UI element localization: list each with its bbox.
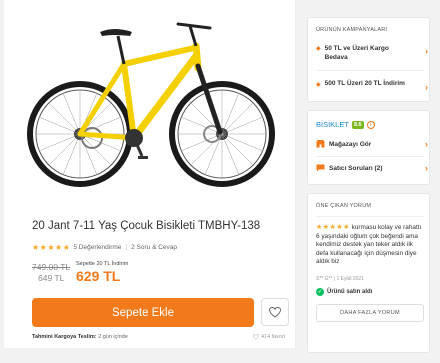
current-price: 649 TL (38, 273, 65, 283)
view-store-label: Mağazayı Gör (329, 140, 372, 148)
view-store-link[interactable]: Mağazayı Gör › (316, 139, 428, 149)
cart-price: 629 TL (76, 268, 121, 284)
store-score-badge: 8.6 (351, 120, 364, 129)
divider (316, 156, 424, 157)
shipping-value: 2 gün içinde (98, 334, 128, 340)
separator: | (125, 244, 128, 251)
heart-icon (269, 306, 281, 318)
seller-questions-link[interactable]: Satıcı Soruları (2) › (316, 163, 428, 173)
heart-outline-icon (253, 334, 259, 340)
chat-icon (316, 164, 325, 172)
product-image-bicycle[interactable] (14, 6, 286, 210)
review-stars: ★★★★★ (316, 224, 350, 231)
campaign-label: 50 TL ve Üzeri Kargo Bedava (324, 45, 389, 61)
cart-discount-label: Sepette 20 TL İndirim (76, 261, 129, 267)
chevron-right-icon: › (425, 163, 428, 173)
tag-icon: ◆ (316, 82, 321, 88)
product-title: 20 Jant 7-11 Yaş Çocuk Bisikleti TMBHY-1… (32, 220, 261, 232)
campaign-item-free-shipping[interactable]: ◆ 50 TL ve Üzeri Kargo Bedava › (316, 44, 428, 62)
estimated-shipping: Tahmini Kargoya Teslim: 2 gün içinde (32, 334, 128, 340)
add-to-cart-button[interactable]: Sepete Ekle (32, 298, 254, 327)
divider (316, 70, 424, 71)
verified-label: Ürünü satın aldı (327, 289, 373, 295)
rating-stars: ★★★★★ (32, 243, 71, 252)
divider (316, 216, 424, 217)
chevron-right-icon: › (425, 139, 428, 149)
review-meta: S** G** | 1 Eylül 2021 (316, 276, 364, 282)
featured-review-header: ÖNE ÇIKAN YORUM (316, 203, 372, 209)
qa-link[interactable]: 2 Soru & Cevap (131, 244, 177, 251)
favorite-button[interactable] (261, 298, 289, 326)
campaign-item-discount[interactable]: ◆ 500 TL Üzeri 20 TL İndirim › (316, 80, 428, 92)
tag-icon: ◆ (316, 46, 321, 52)
campaigns-header: ÜRÜNÜN KAMPANYALARI (316, 27, 388, 33)
verified-purchase: ✓ Ürünü satın aldı (316, 288, 372, 296)
campaigns-panel: ÜRÜNÜN KAMPANYALARI ◆ 50 TL ve Üzeri Kar… (307, 17, 430, 102)
chevron-right-icon: › (425, 82, 428, 92)
old-price: 749.00 TL (32, 262, 71, 272)
shipping-label: Tahmini Kargoya Teslim: (32, 334, 97, 340)
featured-review-panel: ÖNE ÇIKAN YORUM ★★★★★ kurmasu kolay ve r… (307, 193, 430, 353)
rating-row: ★★★★★ 5 Değerlendirme | 2 Soru & Cevap (32, 243, 177, 252)
product-page: 20 Jant 7-11 Yaş Çocuk Bisikleti TMBHY-1… (0, 0, 440, 363)
favorite-count: 414 favori (253, 334, 285, 340)
store-icon (316, 140, 325, 148)
seller-questions-label: Satıcı Soruları (2) (329, 164, 383, 172)
store-panel: BİSİKLET 8.6 i Mağazayı Gör › Satıcı Sor… (307, 110, 430, 185)
store-name: BİSİKLET (316, 120, 349, 129)
review-text-block: ★★★★★ kurmasu kolay ve rahattı 6 yaşında… (316, 224, 426, 267)
reviews-link[interactable]: 5 Değerlendirme (73, 244, 121, 251)
more-reviews-button[interactable]: DAHA FAZLA YORUM (316, 304, 424, 322)
chevron-right-icon: › (425, 46, 428, 56)
info-icon[interactable]: i (366, 120, 375, 129)
campaign-label: 500 TL Üzeri 20 TL İndirim (324, 80, 405, 87)
favorite-count-text: 414 favori (261, 334, 286, 340)
check-icon: ✓ (316, 288, 324, 296)
product-detail-card: 20 Jant 7-11 Yaş Çocuk Bisikleti TMBHY-1… (4, 0, 296, 348)
store-brand-row[interactable]: BİSİKLET 8.6 i (316, 120, 375, 129)
